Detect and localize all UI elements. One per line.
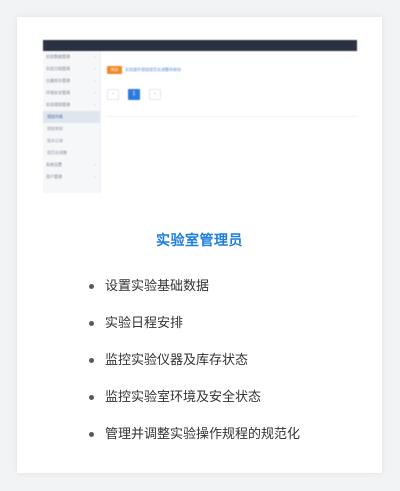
bullet-icon <box>89 432 94 437</box>
list-item-text: 管理并调整实验操作规程的规范化 <box>105 427 301 442</box>
bullet-icon <box>89 395 94 400</box>
page-1-button[interactable]: 1 <box>128 89 140 100</box>
sidebar-item-label: 用户管理 <box>46 174 62 179</box>
sidebar-subitem-review[interactable]: 规程审核 <box>43 123 100 135</box>
sidebar-item-procedures[interactable]: 实验规程管理 › <box>43 99 100 111</box>
list-item-text: 设置实验基础数据 <box>105 279 210 294</box>
sidebar-item-schedule[interactable]: 实验日程管理 › <box>43 63 100 75</box>
bullet-icon <box>89 284 94 289</box>
sidebar-item-label: 实验日程管理 <box>46 66 70 71</box>
sidebar-item-inventory[interactable]: 仪器库存管理 › <box>43 75 100 87</box>
next-page-button[interactable]: › <box>149 89 161 100</box>
sidebar-item-label: 实验数据管理 <box>46 54 70 59</box>
sidebar-item-label: 规程审核 <box>47 126 63 131</box>
chevron-right-icon: › <box>94 66 96 71</box>
bullet-icon <box>89 358 94 363</box>
sidebar-item-label: 版本记录 <box>47 138 63 143</box>
sidebar-item-users[interactable]: 用户管理 › <box>43 171 100 183</box>
prev-page-button[interactable]: ‹ <box>107 89 119 100</box>
list-item-text: 实验日程安排 <box>105 316 184 331</box>
role-card: 实验数据管理 › 实验日程管理 › 仪器库存管理 › 环境安全管理 › 实验规程… <box>17 17 382 473</box>
sidebar-item-label: 实验规程管理 <box>46 102 70 107</box>
divider <box>107 116 357 117</box>
task-link[interactable]: 实验操作规程规范化调整待审核 <box>125 67 181 73</box>
ui-preview-thumbnail: 实验数据管理 › 实验日程管理 › 仪器库存管理 › 环境安全管理 › 实验规程… <box>43 40 357 193</box>
sidebar-item-settings[interactable]: 系统设置 › <box>43 159 100 171</box>
sidebar-item-environment[interactable]: 环境安全管理 › <box>43 87 100 99</box>
chevron-right-icon: › <box>94 174 96 179</box>
chevron-right-icon: › <box>94 162 96 167</box>
sidebar-subitem-versions[interactable]: 版本记录 <box>43 135 100 147</box>
bullet-icon <box>89 321 94 326</box>
list-item-text: 监控实验仪器及库存状态 <box>105 353 249 368</box>
preview-main-content: 待办 实验操作规程规范化调整待审核 ‹ 1 › <box>107 51 357 193</box>
chevron-right-icon: › <box>94 90 96 95</box>
sidebar-item-label: 环境安全管理 <box>46 90 70 95</box>
chevron-right-icon: › <box>94 78 96 83</box>
sidebar-item-label: 系统设置 <box>46 162 62 167</box>
list-item-text: 监控实验室环境及安全状态 <box>105 390 262 405</box>
status-badge: 待办 <box>107 66 122 74</box>
chevron-right-icon: › <box>94 54 96 59</box>
sidebar-subitem-standardize[interactable]: 规范化调整 <box>43 147 100 159</box>
sidebar-item-label: 规范化调整 <box>47 150 67 155</box>
sidebar-item-lab-data[interactable]: 实验数据管理 › <box>43 51 100 63</box>
preview-topbar <box>43 40 357 51</box>
chevron-down-icon: › <box>94 102 96 107</box>
sidebar-item-label: 规程列表 <box>47 114 63 119</box>
sidebar-subitem-procedure-list[interactable]: 规程列表 <box>43 111 100 123</box>
preview-sidebar: 实验数据管理 › 实验日程管理 › 仪器库存管理 › 环境安全管理 › 实验规程… <box>43 51 101 193</box>
sidebar-item-label: 仪器库存管理 <box>46 78 70 83</box>
role-title: 实验室管理员 <box>156 233 243 249</box>
